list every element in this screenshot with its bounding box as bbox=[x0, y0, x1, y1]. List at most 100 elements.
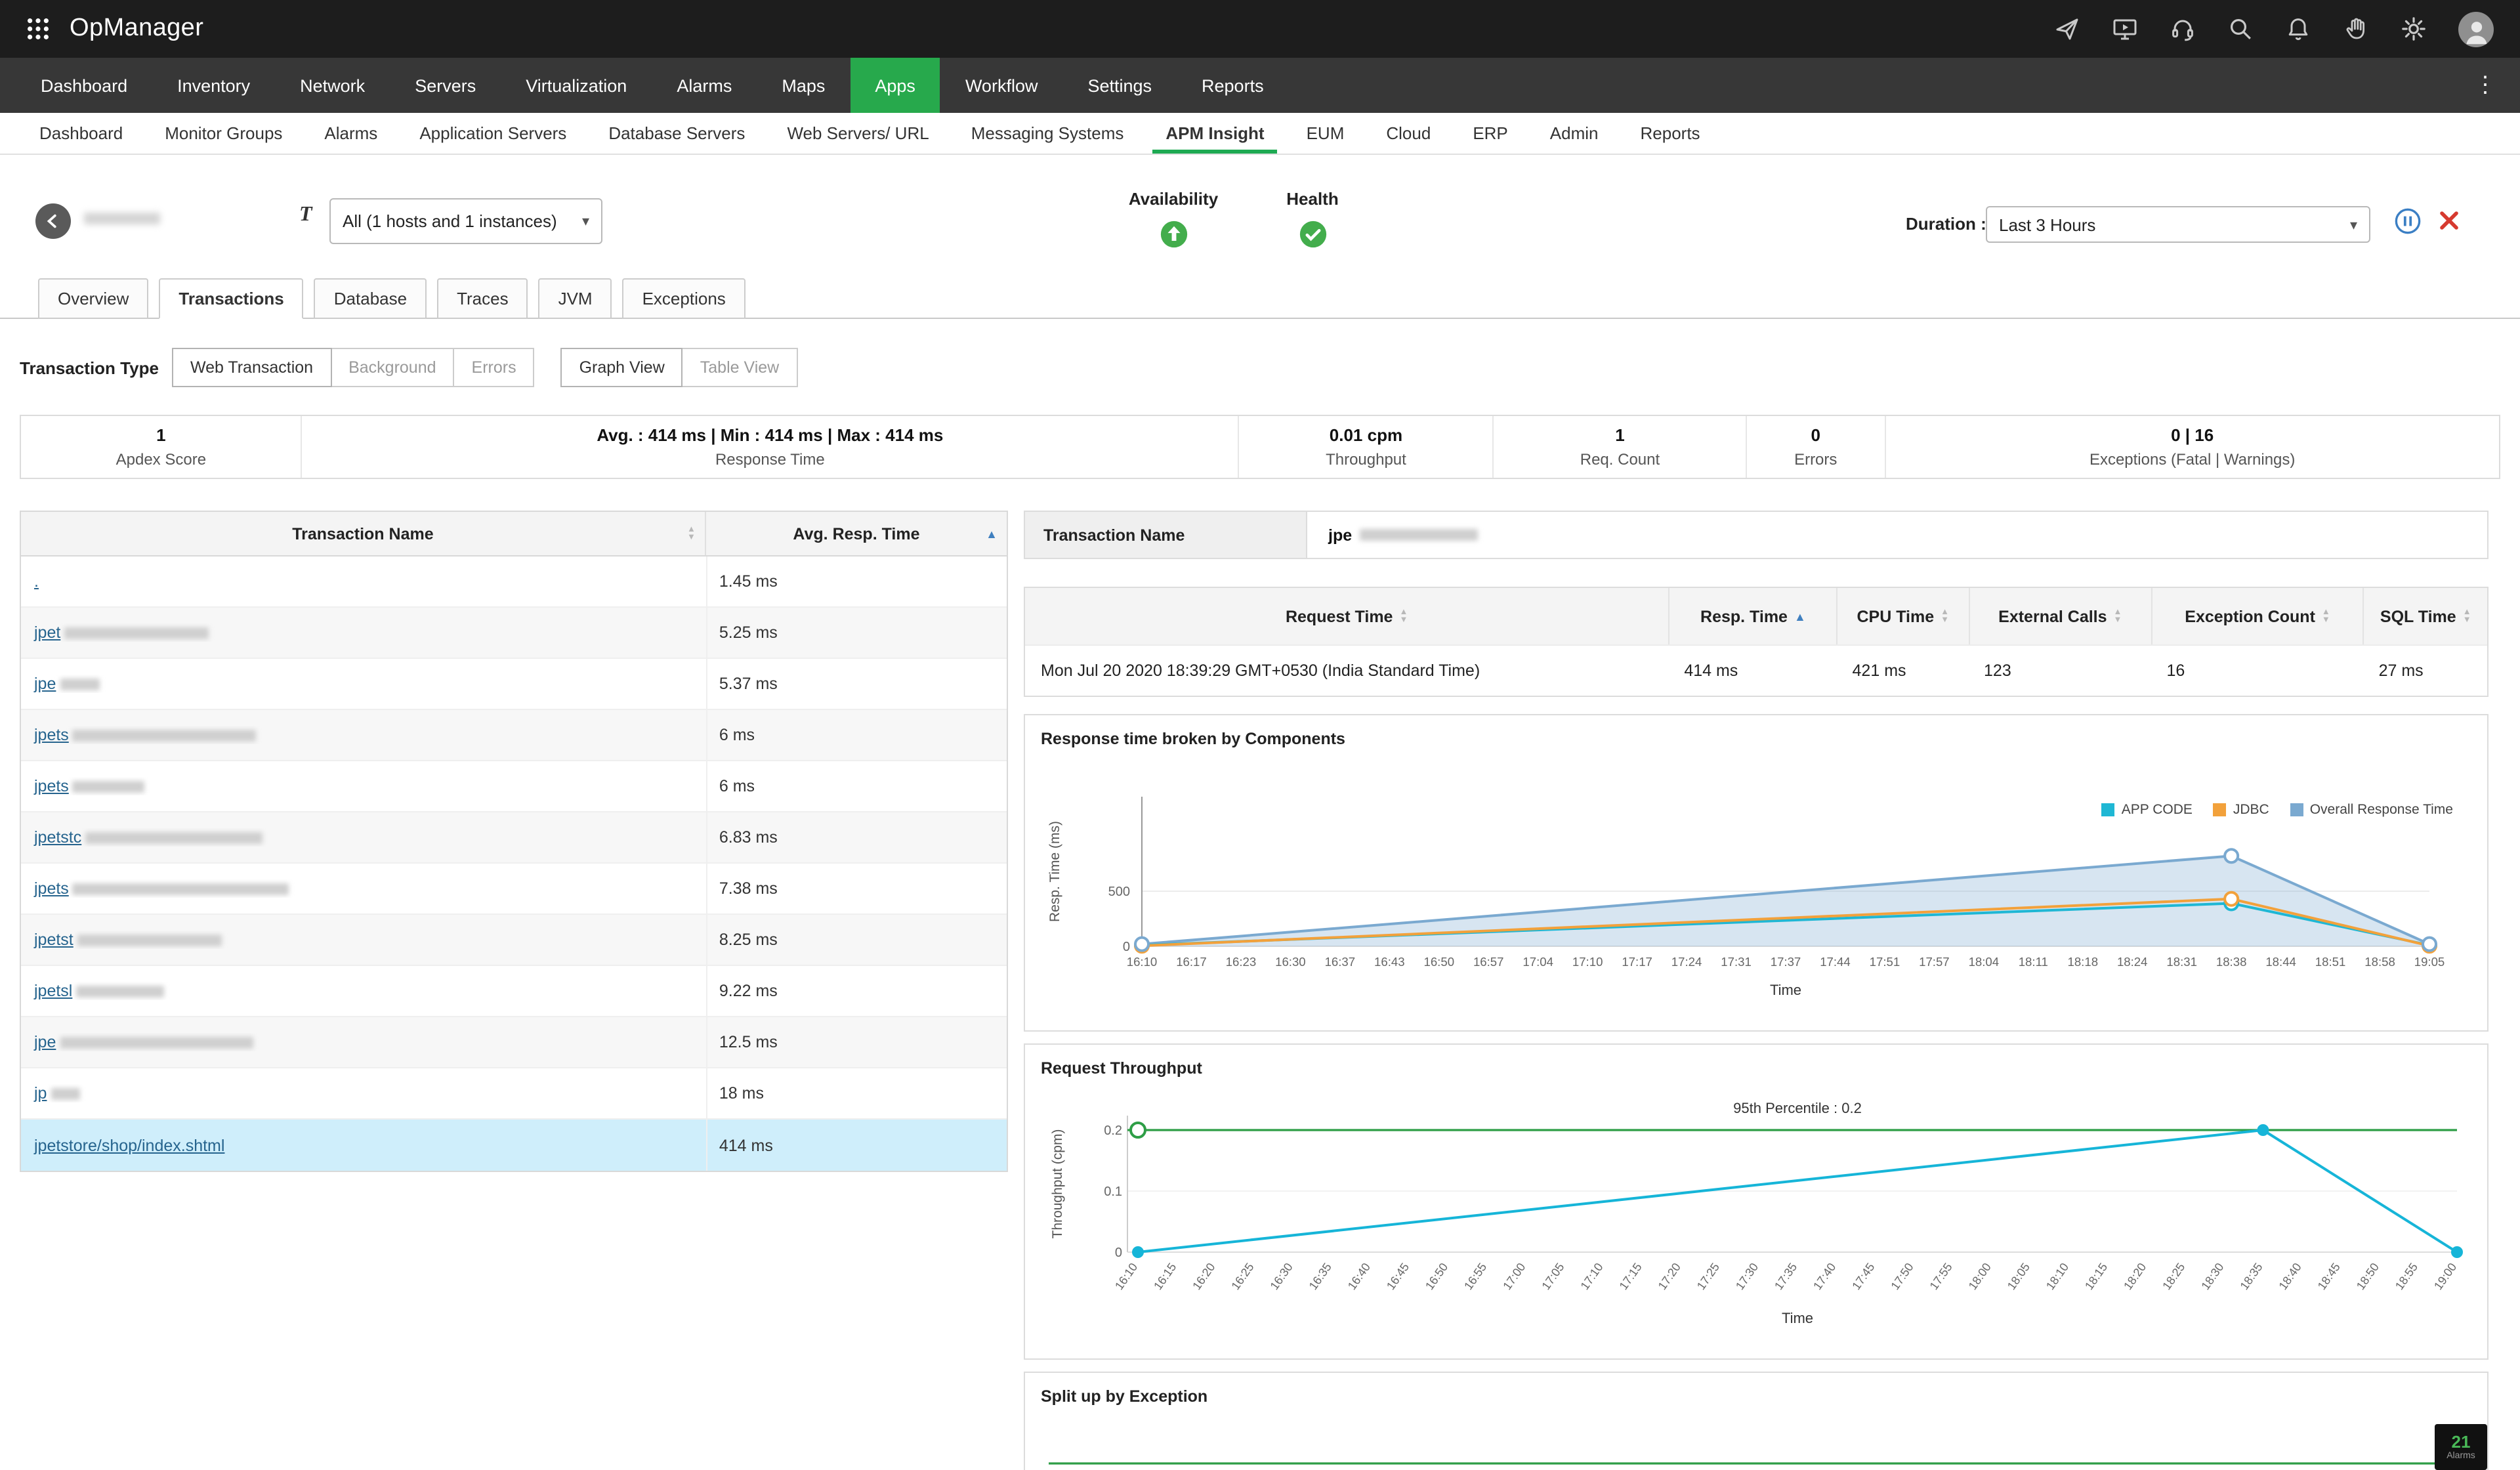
alarms-badge[interactable]: 21 Alarms bbox=[2435, 1424, 2487, 1470]
sub-nav-item-messaging-systems[interactable]: Messaging Systems bbox=[950, 113, 1145, 154]
sub-nav-item-web-servers-url[interactable]: Web Servers/ URL bbox=[766, 113, 950, 154]
main-nav-item-servers[interactable]: Servers bbox=[390, 58, 501, 113]
detail-column-exception-count[interactable]: Exception Count▲▼ bbox=[2151, 588, 2363, 644]
web-transaction-button[interactable]: Web Transaction bbox=[172, 348, 331, 387]
legend-jdbc: JDBC bbox=[2214, 802, 2269, 818]
table-row[interactable]: jpe5.37 ms bbox=[21, 659, 1007, 710]
transaction-link[interactable]: jpetstore/shop/index.shtml bbox=[34, 1136, 224, 1154]
sub-nav-item-alarms[interactable]: Alarms bbox=[303, 113, 398, 154]
transaction-link[interactable]: jpetstc bbox=[34, 828, 262, 847]
sub-nav-item-reports[interactable]: Reports bbox=[1620, 113, 1721, 154]
hand-icon[interactable] bbox=[2343, 16, 2369, 42]
tab-overview[interactable]: Overview bbox=[38, 278, 148, 319]
main-nav-item-reports[interactable]: Reports bbox=[1177, 58, 1289, 113]
sub-nav-item-apm-insight[interactable]: APM Insight bbox=[1144, 113, 1285, 154]
tab-transactions[interactable]: Transactions bbox=[159, 278, 303, 319]
close-icon[interactable] bbox=[2437, 209, 2461, 232]
table-view-button[interactable]: Table View bbox=[682, 348, 797, 387]
table-row[interactable]: jpetsl9.22 ms bbox=[21, 966, 1007, 1017]
main-nav-item-dashboard[interactable]: Dashboard bbox=[16, 58, 152, 113]
transaction-link[interactable]: jpets bbox=[34, 777, 145, 795]
detail-table: Request Time▲▼Resp. Time▲CPU Time▲▼Exter… bbox=[1024, 587, 2488, 697]
sub-nav-item-cloud[interactable]: Cloud bbox=[1365, 113, 1452, 154]
detail-column-cpu-time[interactable]: CPU Time▲▼ bbox=[1837, 588, 1969, 644]
search-icon[interactable] bbox=[2227, 16, 2254, 42]
sub-nav-item-admin[interactable]: Admin bbox=[1529, 113, 1620, 154]
screen-share-icon[interactable] bbox=[2112, 16, 2138, 42]
sub-nav-item-erp[interactable]: ERP bbox=[1452, 113, 1528, 154]
tab-exceptions[interactable]: Exceptions bbox=[623, 278, 746, 319]
more-menu-icon[interactable]: ⋮ bbox=[2466, 58, 2504, 113]
tab-database[interactable]: Database bbox=[314, 278, 427, 319]
main-nav-item-settings[interactable]: Settings bbox=[1062, 58, 1177, 113]
svg-text:18:44: 18:44 bbox=[2265, 955, 2296, 969]
detail-column-external-calls[interactable]: External Calls▲▼ bbox=[1968, 588, 2151, 644]
main-nav-item-virtualization[interactable]: Virtualization bbox=[501, 58, 652, 113]
table-row[interactable]: jpe12.5 ms bbox=[21, 1017, 1007, 1068]
sort-icons: ▲▼ bbox=[2463, 609, 2471, 623]
transaction-link[interactable]: jpe bbox=[34, 675, 99, 693]
tab-jvm[interactable]: JVM bbox=[539, 278, 612, 319]
transaction-link[interactable]: jpets bbox=[34, 879, 289, 898]
components-chart-title: Response time broken by Components bbox=[1041, 728, 2471, 749]
health-label: Health bbox=[1253, 189, 1372, 209]
detail-column-sql-time[interactable]: SQL Time▲▼ bbox=[2363, 588, 2487, 644]
sub-nav-item-dashboard[interactable]: Dashboard bbox=[18, 113, 144, 154]
sub-nav-item-database-servers[interactable]: Database Servers bbox=[587, 113, 766, 154]
svg-text:17:55: 17:55 bbox=[1927, 1261, 1955, 1292]
user-avatar[interactable] bbox=[2458, 11, 2494, 47]
table-row[interactable]: jpet5.25 ms bbox=[21, 608, 1007, 659]
sub-nav-item-monitor-groups[interactable]: Monitor Groups bbox=[144, 113, 303, 154]
detail-column-resp-time[interactable]: Resp. Time▲ bbox=[1668, 588, 1836, 644]
sub-nav-item-eum[interactable]: EUM bbox=[1286, 113, 1366, 154]
apps-grid-icon[interactable] bbox=[26, 17, 50, 41]
column-avg-resp-time[interactable]: Avg. Resp. Time ▲ bbox=[706, 512, 1007, 555]
main-nav-item-inventory[interactable]: Inventory bbox=[152, 58, 275, 113]
table-row[interactable]: jpets6 ms bbox=[21, 761, 1007, 812]
svg-text:17:10: 17:10 bbox=[1572, 955, 1603, 969]
sort-icons: ▲▼ bbox=[1941, 609, 1949, 623]
main-nav-item-apps[interactable]: Apps bbox=[850, 58, 940, 113]
sort-icons: ▲▼ bbox=[2114, 609, 2122, 623]
detail-cell: 414 ms bbox=[1668, 662, 1836, 680]
host-instance-filter[interactable]: All (1 hosts and 1 instances) ▾ bbox=[329, 198, 602, 244]
table-row[interactable]: .1.45 ms bbox=[21, 556, 1007, 608]
detail-column-request-time[interactable]: Request Time▲▼ bbox=[1025, 588, 1668, 644]
pause-refresh-icon[interactable] bbox=[2394, 207, 2422, 235]
transaction-type-label: Transaction Type bbox=[20, 358, 159, 377]
table-row[interactable]: jpetstc6.83 ms bbox=[21, 812, 1007, 864]
main-nav-item-workflow[interactable]: Workflow bbox=[940, 58, 1063, 113]
gear-icon[interactable] bbox=[2401, 16, 2427, 42]
main-nav-item-alarms[interactable]: Alarms bbox=[652, 58, 757, 113]
column-transaction-name[interactable]: Transaction Name ▲▼ bbox=[21, 512, 706, 555]
graph-view-button[interactable]: Graph View bbox=[561, 348, 683, 387]
svg-text:17:44: 17:44 bbox=[1820, 955, 1851, 969]
transaction-link[interactable]: jpetsl bbox=[34, 982, 164, 1000]
filter-bar: Transaction Type Web TransactionBackgrou… bbox=[20, 346, 2520, 388]
transaction-link[interactable]: jpe bbox=[34, 1033, 253, 1051]
duration-select[interactable]: Last 3 Hours ▾ bbox=[1986, 206, 2370, 243]
table-row[interactable]: jpets7.38 ms bbox=[21, 864, 1007, 915]
background-button[interactable]: Background bbox=[330, 348, 454, 387]
transaction-link[interactable]: jpets bbox=[34, 726, 257, 744]
back-button[interactable] bbox=[35, 203, 71, 239]
headset-icon[interactable] bbox=[2170, 16, 2196, 42]
table-row[interactable]: jpets6 ms bbox=[21, 710, 1007, 761]
tab-traces[interactable]: Traces bbox=[437, 278, 528, 319]
sub-nav-item-application-servers[interactable]: Application Servers bbox=[398, 113, 587, 154]
main-nav-item-network[interactable]: Network bbox=[275, 58, 390, 113]
errors-button[interactable]: Errors bbox=[453, 348, 535, 387]
rocket-icon[interactable] bbox=[2054, 16, 2080, 42]
table-row[interactable]: jp18 ms bbox=[21, 1068, 1007, 1120]
bell-icon[interactable] bbox=[2285, 16, 2311, 42]
table-row[interactable]: jpetstore/shop/index.shtml414 ms bbox=[21, 1120, 1007, 1171]
table-row[interactable]: jpetst8.25 ms bbox=[21, 915, 1007, 966]
redacted-text bbox=[60, 678, 99, 690]
transaction-link[interactable]: jpet bbox=[34, 623, 209, 642]
transaction-name-bar: Transaction Name jpe bbox=[1024, 511, 2488, 559]
svg-text:18:50: 18:50 bbox=[2354, 1261, 2382, 1292]
main-nav-item-maps[interactable]: Maps bbox=[757, 58, 850, 113]
transaction-link[interactable]: jpetst bbox=[34, 931, 222, 949]
transaction-link[interactable]: . bbox=[34, 572, 39, 591]
transaction-link[interactable]: jp bbox=[34, 1084, 79, 1102]
